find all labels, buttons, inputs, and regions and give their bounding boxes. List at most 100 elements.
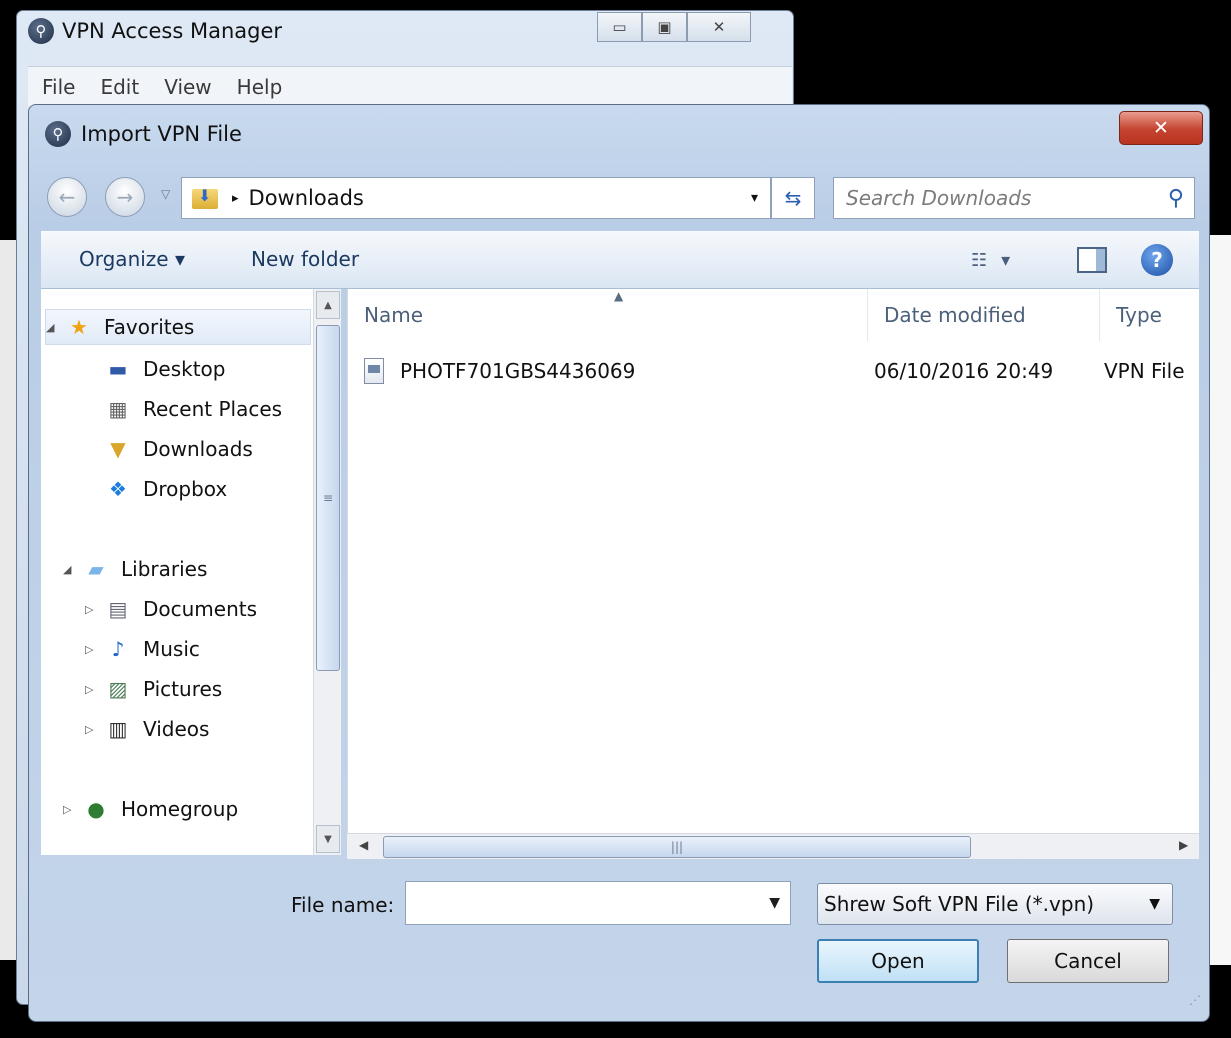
sidebar-item-downloads[interactable]: ▼ Downloads — [85, 431, 253, 467]
address-dropdown-icon[interactable]: ▾ — [751, 190, 758, 206]
vpn-access-manager-title: VPN Access Manager — [62, 19, 283, 43]
file-name-cell: PHOTF701GBS4436069 — [400, 359, 636, 383]
sort-ascending-icon: ▲ — [614, 289, 624, 303]
change-view-button[interactable]: ☷ ▾ — [971, 242, 1010, 278]
search-icon[interactable]: ⚲ — [1168, 186, 1184, 211]
refresh-button[interactable]: ⇆ — [771, 177, 815, 219]
dropbox-icon: ❖ — [109, 477, 127, 501]
expand-arrow-icon[interactable]: ◢ — [46, 321, 64, 334]
hscroll-thumb[interactable]: ||| — [383, 836, 971, 858]
file-list-hscrollbar[interactable]: ◀ ||| ▶ — [347, 833, 1199, 859]
expand-arrow-icon[interactable]: ▷ — [85, 603, 103, 616]
view-list-icon: ☷ — [971, 249, 988, 271]
column-header-name[interactable]: Name — [348, 289, 868, 341]
recent-places-icon: ▦ — [108, 397, 128, 421]
window-controls: ▭ ▣ ✕ — [597, 12, 751, 42]
dialog-title: Import VPN File — [81, 122, 242, 146]
help-button[interactable]: ? — [1141, 242, 1173, 278]
sidebar-item-label: Homegroup — [121, 797, 239, 821]
file-date-cell: 06/10/2016 20:49 — [874, 359, 1054, 383]
menu-help[interactable]: Help — [237, 75, 283, 99]
file-name-combobox[interactable]: ▼ — [405, 881, 791, 925]
sidebar-item-desktop[interactable]: ▬ Desktop — [85, 351, 226, 387]
resize-grip-icon[interactable]: ⋰ — [1189, 993, 1201, 1007]
menu-view[interactable]: View — [164, 75, 211, 99]
sidebar-item-recent-places[interactable]: ▦ Recent Places — [85, 391, 283, 427]
minimize-button[interactable]: ▭ — [597, 12, 642, 42]
preview-pane-button[interactable] — [1075, 242, 1109, 278]
column-header-date-modified[interactable]: Date modified — [868, 289, 1100, 341]
back-button[interactable]: ← — [47, 177, 87, 217]
file-name-label: File name: — [291, 893, 395, 917]
help-icon: ? — [1141, 244, 1173, 276]
background-edge-left — [0, 240, 16, 960]
scroll-left-button[interactable]: ◀ — [359, 838, 368, 852]
navigation-pane-scrollbar[interactable]: ▲ ≡ ▼ — [313, 289, 341, 855]
organize-button[interactable]: Organize ▾ — [79, 247, 185, 271]
sidebar-item-label: Pictures — [143, 677, 223, 701]
sidebar-item-homegroup[interactable]: ▷ ● Homegroup — [63, 791, 238, 827]
expand-arrow-icon[interactable]: ▷ — [85, 683, 103, 696]
scroll-down-button[interactable]: ▼ — [316, 825, 340, 853]
sidebar-item-label: Downloads — [143, 437, 253, 461]
homegroup-icon: ● — [87, 797, 105, 821]
cancel-button[interactable]: Cancel — [1007, 939, 1169, 983]
background-close-button[interactable]: ✕ — [687, 12, 751, 42]
import-vpn-file-dialog: ⚲ Import VPN File ✕ ← → ▽ ▸ Downloads ▾ … — [28, 104, 1210, 1022]
sidebar-item-music[interactable]: ▷ ♪ Music — [85, 631, 200, 667]
search-box[interactable]: ⚲ — [833, 177, 1195, 219]
expand-arrow-icon[interactable]: ▷ — [85, 723, 103, 736]
navigation-bar: ← → ▽ ▸ Downloads ▾ ⇆ ⚲ — [45, 171, 1195, 221]
file-type-dropdown-icon: ▼ — [1149, 896, 1160, 912]
view-dropdown-icon: ▾ — [1001, 249, 1011, 271]
music-icon: ♪ — [111, 637, 125, 661]
address-bar[interactable]: ▸ Downloads ▾ — [181, 177, 771, 219]
column-header-type[interactable]: Type — [1100, 289, 1200, 341]
command-toolbar: Organize ▾ New folder ☷ ▾ ? — [41, 231, 1199, 289]
menu-file[interactable]: File — [42, 75, 75, 99]
scroll-right-button[interactable]: ▶ — [1179, 838, 1188, 852]
sidebar-item-favorites[interactable]: ◢ ★ Favorites — [45, 309, 311, 345]
file-type-value: Shrew Soft VPN File (*.vpn) — [824, 892, 1095, 916]
downloads-folder-icon — [192, 186, 220, 210]
file-name-input[interactable] — [414, 885, 754, 921]
new-folder-button[interactable]: New folder — [251, 247, 359, 271]
scroll-thumb[interactable]: ≡ — [316, 325, 340, 671]
vpn-file-icon — [364, 358, 384, 384]
open-button[interactable]: Open — [817, 939, 979, 983]
expand-arrow-icon[interactable]: ▷ — [85, 643, 103, 656]
sidebar-item-label: Desktop — [143, 357, 226, 381]
sidebar-item-label: Recent Places — [143, 397, 283, 421]
star-icon: ★ — [70, 315, 88, 339]
breadcrumb-separator[interactable]: ▸ — [232, 191, 239, 206]
expand-arrow-icon[interactable]: ◢ — [63, 563, 81, 576]
menu-bar: File Edit View Help — [28, 66, 792, 106]
scroll-up-button[interactable]: ▲ — [316, 291, 340, 319]
maximize-button[interactable]: ▣ — [642, 12, 687, 42]
dialog-app-icon: ⚲ — [45, 121, 71, 147]
sidebar-item-documents[interactable]: ▷ ▤ Documents — [85, 591, 257, 627]
recent-locations-dropdown[interactable]: ▽ — [161, 187, 170, 201]
sidebar-item-videos[interactable]: ▷ ▥ Videos — [85, 711, 209, 747]
sidebar-item-label: Documents — [143, 597, 258, 621]
sidebar-item-label: Dropbox — [143, 477, 228, 501]
file-type-select[interactable]: Shrew Soft VPN File (*.vpn) ▼ — [817, 883, 1173, 925]
breadcrumb-downloads[interactable]: Downloads — [249, 186, 364, 210]
sidebar-item-dropbox[interactable]: ❖ Dropbox — [85, 471, 227, 507]
forward-button[interactable]: → — [105, 177, 145, 217]
videos-icon: ▥ — [108, 717, 128, 741]
search-input[interactable] — [844, 180, 1144, 216]
expand-arrow-icon[interactable]: ▷ — [63, 803, 81, 816]
dialog-close-button[interactable]: ✕ — [1119, 111, 1203, 145]
sidebar-item-pictures[interactable]: ▷ ▨ Pictures — [85, 671, 222, 707]
navigation-pane: ◢ ★ Favorites ▬ Desktop ▦ Recent Places ▼ Downlo… — [41, 289, 341, 855]
menu-edit[interactable]: Edit — [100, 75, 139, 99]
file-name-dropdown-icon[interactable]: ▼ — [769, 895, 780, 911]
sidebar-item-libraries[interactable]: ◢ ▰ Libraries — [63, 551, 207, 587]
file-list-pane: Name ▲ Date modified Type PHOTF701GBS443… — [347, 289, 1199, 855]
table-row[interactable]: PHOTF701GBS4436069 06/10/2016 20:49 VPN … — [364, 353, 1194, 389]
downloads-folder-icon: ▼ — [110, 437, 126, 461]
column-name-label: Name — [364, 303, 424, 327]
preview-pane-icon — [1077, 247, 1107, 273]
forward-arrow-icon: → — [116, 185, 134, 209]
